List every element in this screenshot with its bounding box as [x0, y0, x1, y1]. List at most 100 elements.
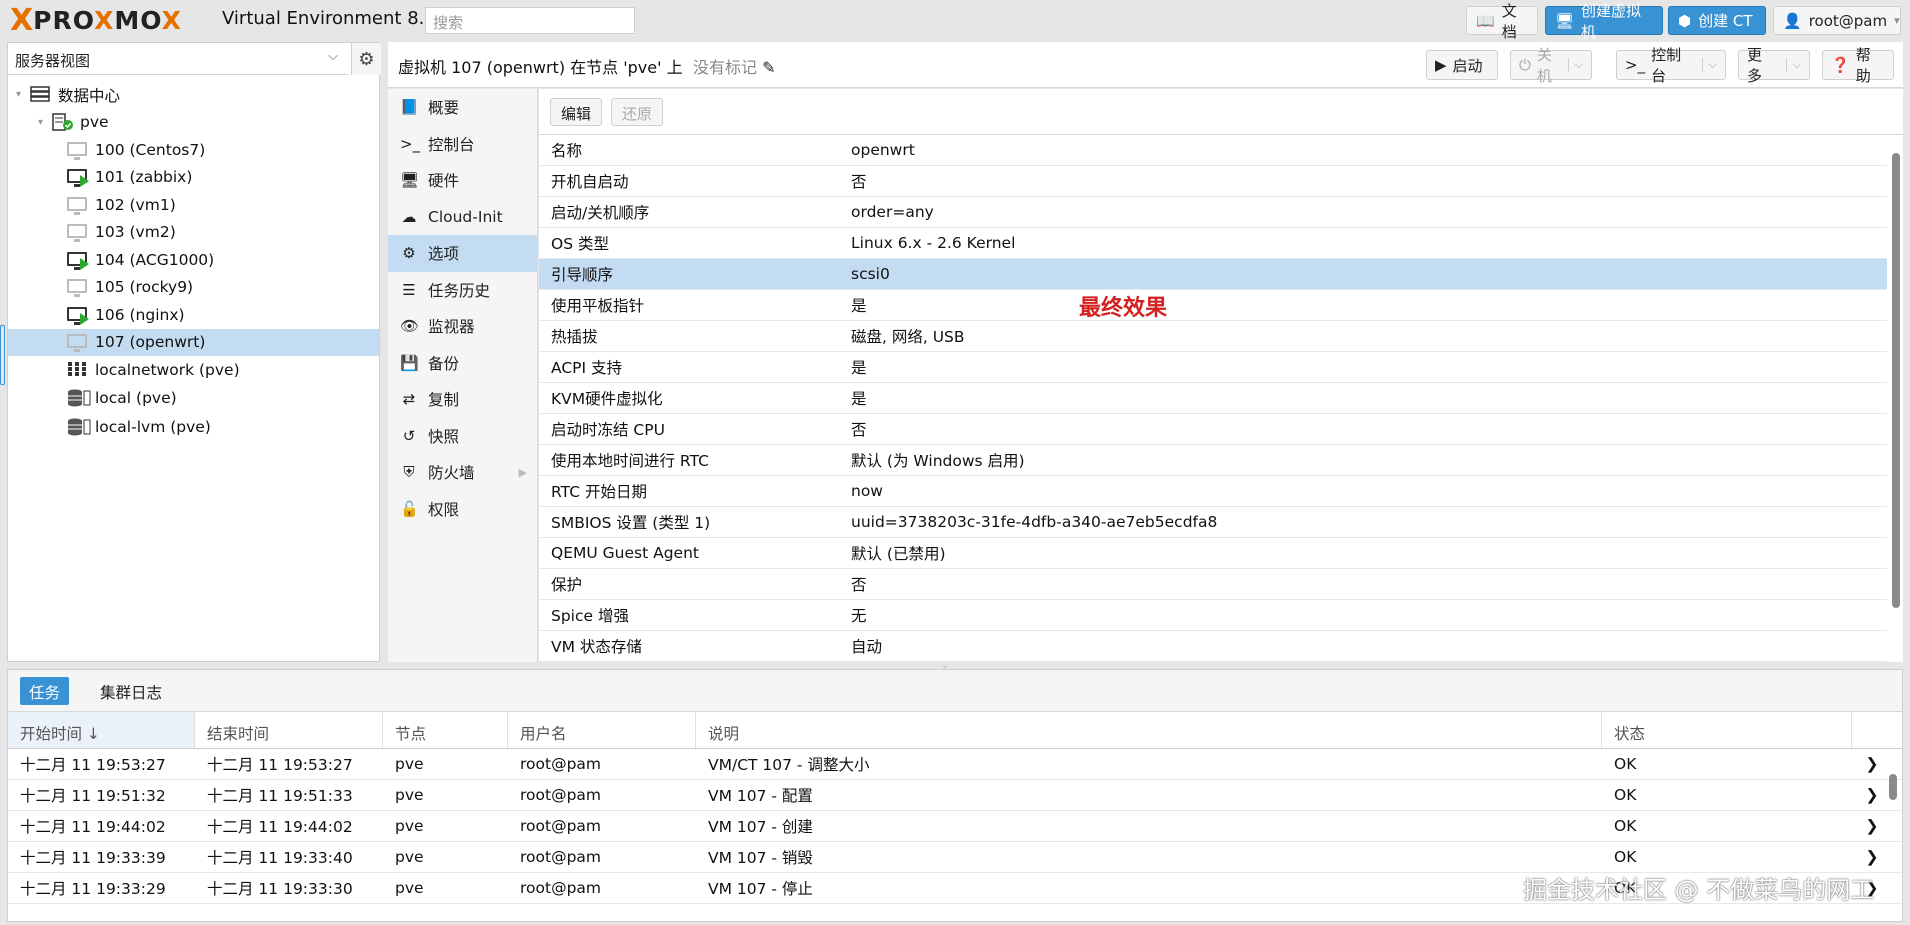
terminal-icon: >_ — [400, 134, 421, 153]
menu-item-summary[interactable]: 📘 概要 — [388, 89, 537, 126]
more-button[interactable]: 更多 ⌵ — [1738, 46, 1810, 85]
option-row-selected[interactable]: 引导顺序 scsi0 — [539, 259, 1887, 290]
menu-item-backup[interactable]: 💾 备份 — [388, 345, 537, 382]
scrollbar-thumb[interactable] — [1889, 774, 1897, 800]
option-row[interactable]: 热插拔 磁盘, 网络, USB — [539, 321, 1887, 352]
option-row[interactable]: KVM硬件虚拟化是 — [539, 383, 1887, 414]
menu-item-replication[interactable]: ⇄ 复制 — [388, 381, 537, 418]
column-header-node[interactable]: 节点 — [383, 712, 508, 748]
option-row[interactable]: 保护否 — [539, 569, 1887, 600]
tree-node-vm-103[interactable]: 103 (vm2) — [8, 219, 379, 247]
option-row[interactable]: 开机自启动否 — [539, 166, 1887, 197]
chevron-down-icon: ▾ — [1894, 14, 1900, 27]
tree-node-storage-local[interactable]: local (pve) — [8, 384, 379, 413]
option-row[interactable]: 启动时冻结 CPU 否 — [539, 414, 1887, 445]
tree-node-datacenter[interactable]: ▾ 数据中心 — [8, 81, 379, 109]
options-scrollbar[interactable] — [1891, 141, 1901, 654]
docs-button[interactable]: 📖 文档 — [1466, 2, 1538, 41]
product-version: Virtual Environment 8.4.0 — [222, 8, 453, 29]
column-header-user[interactable]: 用户名 — [508, 712, 696, 748]
vm-stopped-icon — [67, 333, 89, 353]
create-vm-button[interactable]: 🖥 创建虚拟机 — [1545, 2, 1663, 41]
tree-node-vm-107[interactable]: 107 (openwrt) — [8, 328, 379, 356]
chevron-right-icon[interactable]: ❯ — [1852, 817, 1892, 835]
option-row[interactable]: 启动/关机顺序 order=any — [539, 197, 1887, 228]
option-row[interactable]: ACPI 支持是 — [539, 352, 1887, 383]
menu-item-console[interactable]: >_ 控制台 — [388, 126, 537, 163]
start-button[interactable]: ▶ 启动 — [1426, 50, 1498, 80]
tree-node-vm-100[interactable]: 100 (Centos7) — [8, 136, 379, 164]
options-toolbar: 编辑 还原 — [539, 89, 1903, 135]
task-row[interactable]: 十二月 11 19:44:02 十二月 11 19:44:02 pve root@pa… — [8, 811, 1902, 842]
panel-splitter-handle[interactable]: ⌄ — [925, 661, 965, 671]
tags-editor[interactable]: 没有标记 ✎ — [693, 54, 776, 78]
option-row[interactable]: 使用本地时间进行 RTC 默认 (为 Windows 启用) — [539, 445, 1887, 476]
retweet-icon: ⇄ — [402, 390, 416, 409]
tree-node-vm-106[interactable]: 106 (nginx) — [8, 301, 379, 329]
menu-item-cloud-init[interactable]: ☁ Cloud-Init — [388, 199, 537, 236]
tab-cluster-log[interactable]: 集群日志 — [91, 677, 171, 705]
option-row[interactable]: SMBIOS 设置 (类型 1) uuid=3738203c-31fe-4dfb-… — [539, 507, 1887, 538]
tree-node-vm-104[interactable]: 104 (ACG1000) — [8, 246, 379, 274]
menu-item-options[interactable]: ⚙ 选项 — [388, 235, 537, 272]
tree-node-pve[interactable]: ▾ pve — [8, 109, 379, 137]
panel-resize-handle[interactable] — [0, 325, 5, 385]
task-log-scrollbar[interactable] — [1888, 758, 1898, 918]
tree-node-sdn[interactable]: localnetwork (pve) — [8, 356, 379, 384]
menu-item-monitor[interactable]: 👁 监视器 — [388, 308, 537, 345]
menu-item-hardware[interactable]: 🖥 硬件 — [388, 162, 537, 199]
chevron-right-icon[interactable]: ❯ — [1852, 848, 1892, 866]
tree-node-vm-105[interactable]: 105 (rocky9) — [8, 274, 379, 302]
menu-item-snapshots[interactable]: ↺ 快照 — [388, 418, 537, 455]
column-header-description[interactable]: 说明 — [696, 712, 1602, 748]
tree-settings-button[interactable]: ⚙ — [351, 43, 381, 75]
console-button[interactable]: >_ 控制台 ⌵ — [1616, 46, 1726, 85]
option-row[interactable]: RTC 开始日期 now — [539, 476, 1887, 507]
tree-node-storage-local-lvm[interactable]: local-lvm (pve) — [8, 413, 379, 442]
top-bar: X PROXMOX Virtual Environment 8.4.0 搜索 📖… — [0, 0, 1910, 42]
vm-stopped-icon — [67, 223, 89, 243]
search-input[interactable]: 搜索 — [425, 7, 635, 34]
chevron-right-icon[interactable]: ❯ — [1852, 755, 1892, 773]
option-row[interactable]: 使用平板指针是 — [539, 290, 1887, 321]
desktop-icon: 🖥 — [1555, 11, 1575, 30]
tab-tasks[interactable]: 任务 — [20, 677, 70, 705]
floppy-icon: 💾 — [400, 353, 419, 372]
task-row[interactable]: 十二月 11 19:53:27 十二月 11 19:53:27 pve root@pa… — [8, 749, 1902, 780]
view-selector[interactable]: 服务器视图 ⌵ — [8, 43, 348, 75]
revert-button: 还原 — [611, 98, 664, 126]
column-header-start-time[interactable]: 开始时间 ↓ — [8, 712, 195, 748]
task-row[interactable]: 十二月 11 19:33:39 十二月 11 19:33:40 pve root@pa… — [8, 842, 1902, 873]
vm-stopped-icon — [67, 196, 89, 215]
tree-node-vm-101[interactable]: 101 (zabbix) — [8, 164, 379, 192]
menu-item-firewall[interactable]: ⛨ 防火墙 ▶ — [388, 454, 537, 491]
vm-stopped-icon — [67, 278, 89, 298]
menu-item-permissions[interactable]: 🔓 权限 — [388, 491, 537, 528]
option-row[interactable]: VM 状态存储 自动 — [539, 631, 1887, 662]
create-ct-button[interactable]: ⬢ 创建 CT — [1668, 6, 1766, 35]
menu-item-task-history[interactable]: ☰ 任务历史 — [388, 272, 537, 309]
option-row[interactable]: Spice 增强无 — [539, 600, 1887, 631]
chevron-down-icon: ⌵ — [1567, 58, 1583, 72]
edit-button[interactable]: 编辑 — [550, 98, 603, 126]
annotation-text: 最终效果 — [1079, 296, 1168, 321]
chevron-right-icon[interactable]: ❯ — [1852, 786, 1892, 804]
help-button[interactable]: ❓ 帮助 — [1822, 46, 1894, 85]
user-menu-button[interactable]: 👤 root@pam ▾ — [1773, 6, 1901, 35]
column-header-status[interactable]: 状态 — [1602, 712, 1852, 748]
option-row[interactable]: QEMU Guest Agent 默认 (已禁用) — [539, 538, 1887, 569]
sort-desc-icon: ↓ — [86, 725, 100, 743]
watermark-text: 掘金技术社区 @ 不做菜鸟的网工 — [1523, 876, 1875, 904]
shutdown-button: ⏻ 关机 ⌵ — [1510, 46, 1592, 85]
task-log-tabs: 任务 集群日志 — [8, 670, 1902, 712]
scrollbar-thumb[interactable] — [1892, 153, 1900, 608]
option-row[interactable]: 名称 openwrt — [539, 135, 1887, 166]
page-title: 虚拟机 107 (openwrt) 在节点 'pve' 上 — [398, 58, 683, 77]
option-row[interactable]: OS 类型 Linux 6.x - 2.6 Kernel — [539, 228, 1887, 259]
chevron-down-icon: ⌵ — [1701, 58, 1717, 72]
column-header-end-time[interactable]: 结束时间 — [195, 712, 383, 748]
tree-node-vm-102[interactable]: 102 (vm1) — [8, 191, 379, 219]
book-icon: 📘 — [400, 98, 419, 117]
task-row[interactable]: 十二月 11 19:51:32 十二月 11 19:51:33 pve root@pa… — [8, 780, 1902, 811]
unlock-icon: 🔓 — [400, 499, 419, 518]
